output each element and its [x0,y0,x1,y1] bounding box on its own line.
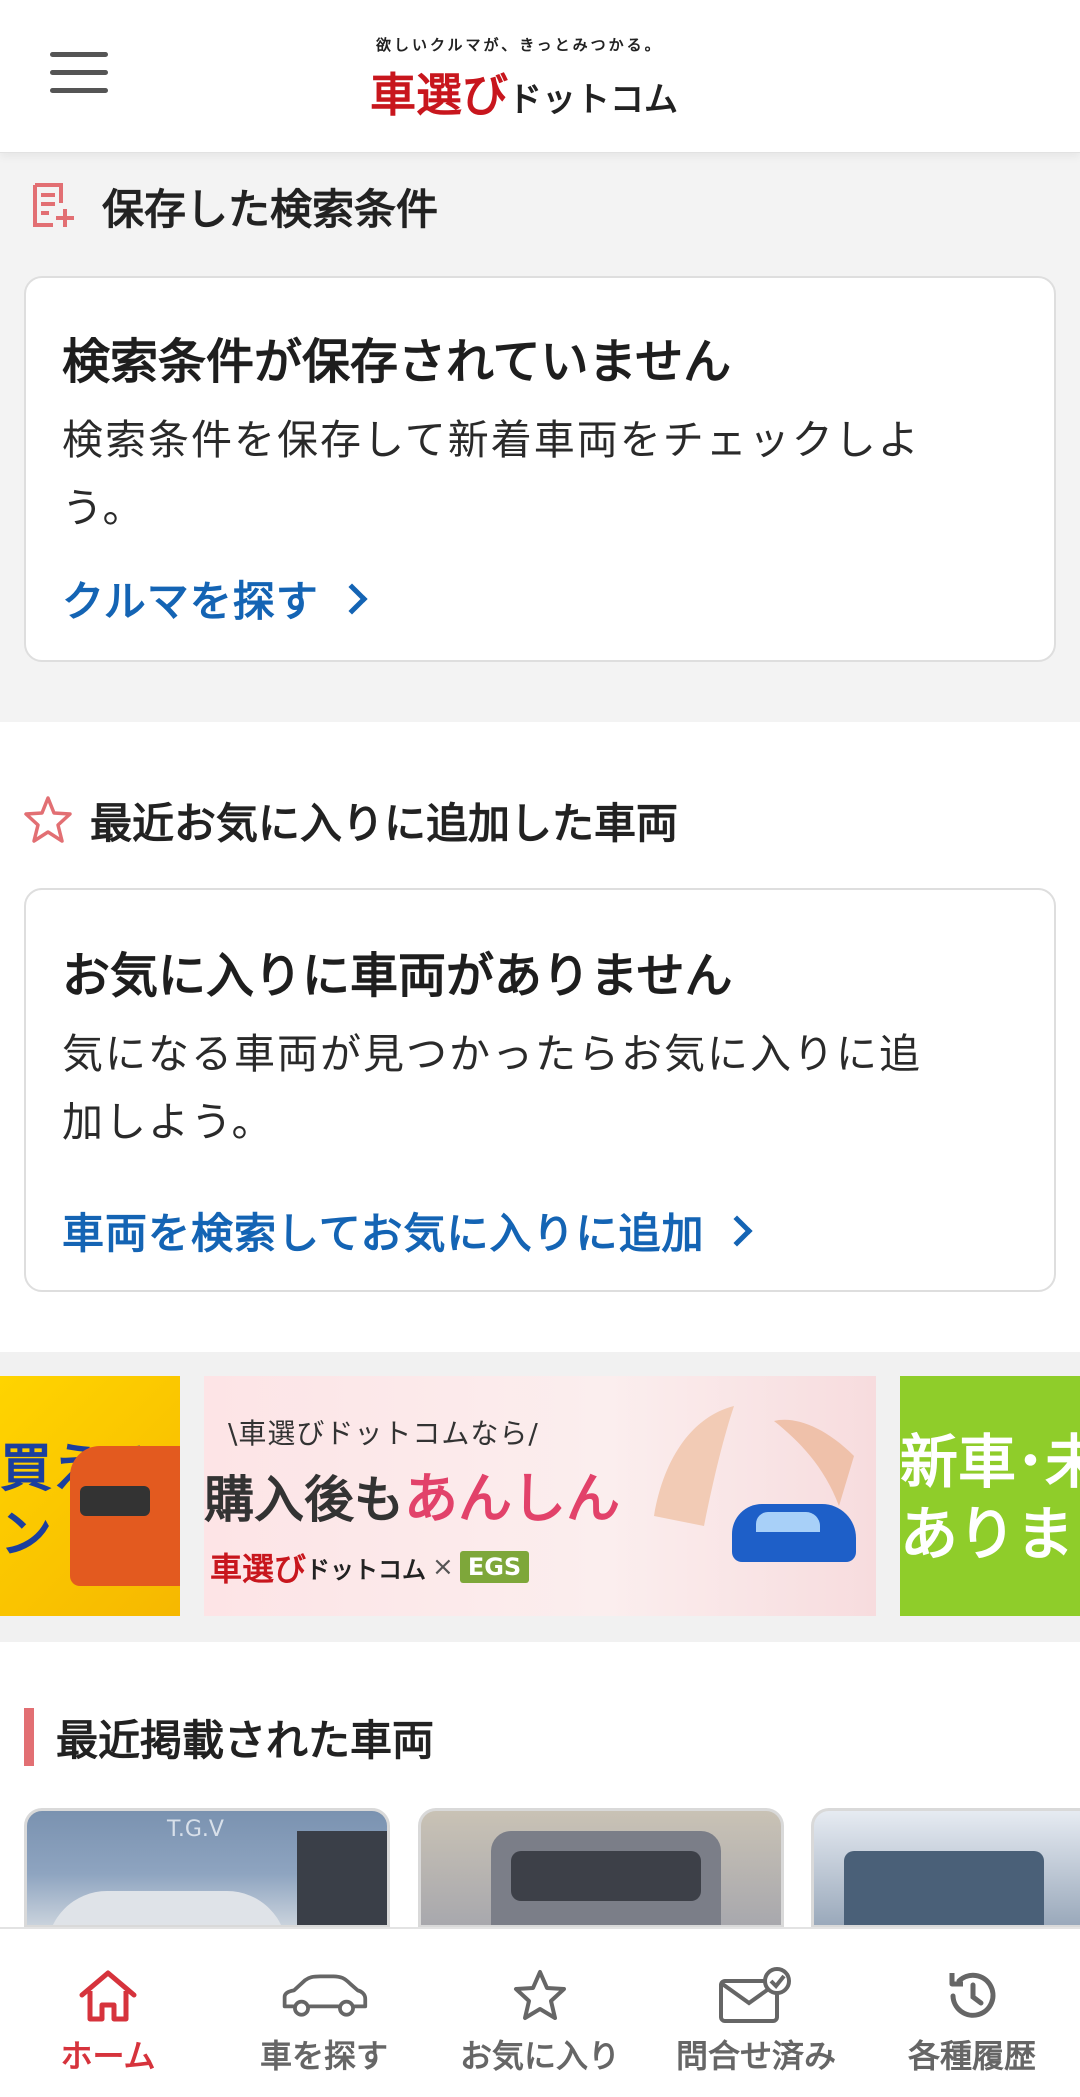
favorites-heading: 最近お気に入りに追加した車両 [22,792,678,848]
search-and-add-favorite-label: 車両を検索してお気に入りに追加 [62,1209,705,1258]
banner-headline-b: あんしん [404,1467,620,1530]
banner-aftercare[interactable]: \車選びドットコムなら/ 購入後もあんしん 車選び ドットコム × EGS [204,1376,876,1616]
banner-left[interactable]: 買えるン [0,1376,180,1616]
banner-headline: 購入後もあんしん [204,1454,620,1533]
hamburger-menu-icon[interactable] [50,52,108,96]
vehicle-card-3[interactable] [811,1808,1080,1928]
nav-home-label: ホーム [60,2037,156,2075]
nav-favorites[interactable]: お気に入り [432,1929,648,2097]
saved-search-title: 保存した検索条件 [102,184,439,234]
banner-right[interactable]: 新車･未 ありま [900,1376,1080,1616]
favorites-title: 最近お気に入りに追加した車両 [90,798,679,848]
favorites-card: お気に入りに車両がありません 気になる車両が見つかったらお気に入りに追加しよう。… [24,888,1056,1292]
banner-headline-a: 購入後も [204,1471,404,1529]
banner-right-text: 新車･未 ありま [900,1426,1080,1570]
banner-carousel[interactable]: 買えるン \車選びドットコムなら/ 購入後もあんしん 車選び ドットコム × E… [0,1352,1080,1642]
logo-tagline: 欲しいクルマが、きっとみつかる。 [376,36,663,54]
nav-search-car-label: 車を探す [259,2037,388,2075]
banner-subtitle: \車選びドットコムなら/ [228,1417,539,1450]
vehicle-card-2[interactable] [418,1808,784,1928]
banner-brand-red: 車選び [210,1550,307,1588]
chevron-right-icon [721,1214,754,1247]
blue-car-image [732,1504,856,1562]
find-car-link-label: クルマを探す [62,577,319,626]
saved-search-empty-desc: 検索条件を保存して新着車両をチェックしよう。 [62,416,921,532]
saved-search-heading: 保存した検索条件 [28,178,438,234]
logo-red-text: 車選び [370,68,508,122]
mail-check-icon [711,1967,801,2025]
nav-history[interactable]: 各種履歴 [864,1929,1080,2097]
saved-search-card: 検索条件が保存されていません 検索条件を保存して新着車両をチェックしよう。 クル… [24,276,1056,662]
saved-list-icon [28,180,80,232]
favorites-empty-title: お気に入りに車両がありません [62,948,733,1004]
car-image [70,1446,180,1586]
banner-brand-x: × [432,1552,454,1582]
thumb-overlay-text: T.G.V [167,1817,224,1842]
car-photo [47,1891,287,1925]
banner-brand-black: ドットコム [306,1555,427,1584]
banner-right-line1: 新車･未 [900,1428,1080,1496]
search-and-add-favorite-link[interactable]: 車両を検索してお気に入りに追加 [62,1200,754,1261]
home-icon [63,1967,153,2025]
heading-accent-bar [24,1708,34,1766]
van-photo [491,1831,721,1925]
find-car-link[interactable]: クルマを探す [62,568,368,629]
recent-vehicles-heading: 最近掲載された車両 [24,1708,434,1766]
nav-favorites-label: お気に入り [459,2037,620,2075]
banner-brand: 車選び ドットコム × EGS [210,1544,530,1590]
saved-search-empty-title: 検索条件が保存されていません [62,334,732,390]
app-header: 欲しいクルマが、きっとみつかる。 車選びドットコム [0,0,1080,153]
egs-badge: EGS [459,1551,530,1583]
nav-inquired[interactable]: 問合せ済み [648,1929,864,2097]
star-icon [22,794,74,846]
nav-history-label: 各種履歴 [907,2037,1036,2075]
truck-photo [844,1851,1044,1925]
car-icon [279,1967,369,2025]
site-logo[interactable]: 欲しいクルマが、きっとみつかる。 車選びドットコム [370,34,710,124]
nav-inquired-label: 問合せ済み [675,2037,836,2075]
nav-search-car[interactable]: 車を探す [216,1929,432,2097]
chevron-right-icon [336,582,368,615]
star-icon [495,1967,585,2025]
photo-background [297,1831,387,1925]
favorites-empty-desc: 気になる車両が見つかったらお気に入りに追加しよう。 [62,1030,922,1146]
logo-black-text: ドットコム [508,80,678,120]
nav-home[interactable]: ホーム [0,1929,216,2097]
vehicle-card-1[interactable]: T.G.V [24,1808,390,1928]
bottom-navigation: ホーム 車を探す お気に入り 問合せ済み 各種履歴 [0,1927,1080,2097]
history-clock-icon [927,1967,1017,2025]
recent-vehicles-title: 最近掲載された車両 [56,1715,435,1765]
banner-right-line2: ありま [900,1500,1075,1568]
